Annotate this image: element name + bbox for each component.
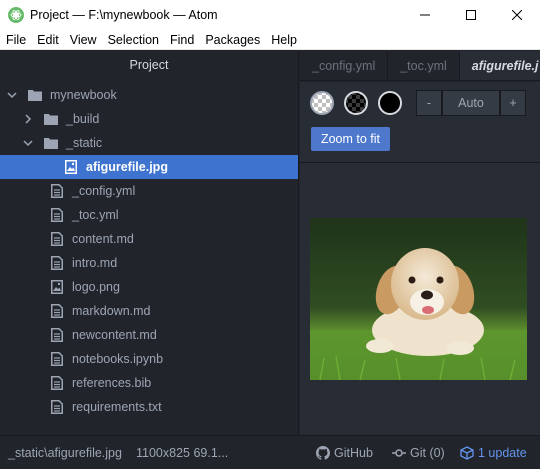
text-file-icon <box>50 328 64 342</box>
text-file-icon <box>50 208 64 222</box>
tree-item-static[interactable]: _static <box>0 131 298 155</box>
tree-item-logo-png[interactable]: logo.png <box>0 275 298 299</box>
tree-item-notebooks-ipynb[interactable]: notebooks.ipynb <box>0 347 298 371</box>
menu-file[interactable]: File <box>0 30 31 50</box>
image-viewer: - Auto + Zoom to fit <box>300 82 540 435</box>
image-file-icon <box>50 280 64 294</box>
zoom-out-button[interactable]: - <box>416 90 442 116</box>
tab-bar: _config.yml _toc.yml afigurefile.j <box>300 51 540 81</box>
minimize-button[interactable] <box>402 0 448 30</box>
text-file-icon <box>50 304 64 318</box>
tree-item-mynewbook[interactable]: mynewbook <box>0 83 298 107</box>
github-label: GitHub <box>334 445 373 460</box>
tree-item-label: references.bib <box>72 376 152 390</box>
tree-item-content-md[interactable]: content.md <box>0 227 298 251</box>
tree-item-label: _config.yml <box>72 184 136 198</box>
tree-item-label: newcontent.md <box>72 328 157 342</box>
puppy-photo <box>310 218 527 380</box>
menu-view[interactable]: View <box>64 30 102 50</box>
menu-bar: File Edit View Selection Find Packages H… <box>0 30 540 50</box>
tab-config-yml[interactable]: _config.yml <box>300 51 389 80</box>
checkered-background-swatch[interactable] <box>344 91 368 115</box>
atom-app-icon <box>8 7 24 23</box>
update-label: 1 update <box>478 445 527 460</box>
black-background-swatch[interactable] <box>378 91 402 115</box>
status-bar: _static\afigurefile.jpg 1100x825 69.1...… <box>0 435 540 469</box>
close-button[interactable] <box>494 0 540 30</box>
tree-item-label: markdown.md <box>72 304 151 318</box>
tree-item-references-bib[interactable]: references.bib <box>0 371 298 395</box>
tree-item-newcontent-md[interactable]: newcontent.md <box>0 323 298 347</box>
update-status-button[interactable]: 1 update <box>460 446 527 460</box>
tree-item-label: _build <box>66 112 100 126</box>
zoom-in-button[interactable]: + <box>500 90 526 116</box>
git-status-button[interactable]: Git (0) <box>392 446 445 460</box>
menu-packages[interactable]: Packages <box>199 30 265 50</box>
maximize-button[interactable] <box>448 0 494 30</box>
tree-view-panel: Project mynewbook _build _static afigurefil… <box>0 51 299 435</box>
tab-toc-yml[interactable]: _toc.yml <box>388 51 460 80</box>
git-commit-icon <box>392 448 406 457</box>
menu-help[interactable]: Help <box>265 30 302 50</box>
image-controls: - Auto + <box>310 90 526 116</box>
minimize-icon <box>420 14 430 16</box>
maximize-icon <box>466 10 476 20</box>
tree-item-label: _toc.yml <box>72 208 119 222</box>
tree-item-label: logo.png <box>72 280 120 294</box>
github-icon <box>316 445 330 460</box>
tree-item-build[interactable]: _build <box>0 107 298 131</box>
chevron-right-icon[interactable] <box>22 113 34 125</box>
tree-item-afigurefile-jpg[interactable]: afigurefile.jpg <box>0 155 298 179</box>
tree-item-label: content.md <box>72 232 134 246</box>
zoom-controls: - Auto + <box>416 90 526 116</box>
window-controls <box>402 0 540 30</box>
package-icon <box>460 445 474 460</box>
title-bar: Project — F:\mynewbook — Atom <box>0 0 540 30</box>
puppy-image <box>310 218 527 380</box>
text-file-icon <box>50 184 64 198</box>
image-file-icon <box>64 160 78 174</box>
zoom-auto-button[interactable]: Auto <box>442 90 500 116</box>
tree-item-label: notebooks.ipynb <box>72 352 164 366</box>
zoom-to-fit-button[interactable]: Zoom to fit <box>311 127 390 151</box>
tree-item-label: requirements.txt <box>72 400 162 414</box>
tree-item-intro-md[interactable]: intro.md <box>0 251 298 275</box>
tree-view-header: Project <box>0 51 298 79</box>
viewer-divider <box>300 162 540 163</box>
tree-item-label: intro.md <box>72 256 118 270</box>
folder-icon <box>44 136 58 150</box>
status-image-dimensions: 1100x825 69.1... <box>136 445 229 460</box>
tree-item-toc-yml[interactable]: _toc.yml <box>0 203 298 227</box>
chevron-down-icon[interactable] <box>6 89 18 101</box>
text-file-icon <box>50 256 64 270</box>
folder-icon <box>44 112 58 126</box>
menu-selection[interactable]: Selection <box>102 30 164 50</box>
chevron-down-icon[interactable] <box>22 137 34 149</box>
tree-item-requirements-txt[interactable]: requirements.txt <box>0 395 298 419</box>
folder-icon <box>28 88 42 102</box>
window-title: Project — F:\mynewbook — Atom <box>30 8 218 22</box>
menu-find[interactable]: Find <box>164 30 199 50</box>
close-icon <box>512 10 522 20</box>
tree-item-label: _static <box>66 136 103 150</box>
git-label: Git (0) <box>410 445 445 460</box>
tree-item-markdown-md[interactable]: markdown.md <box>0 299 298 323</box>
menu-edit[interactable]: Edit <box>31 30 64 50</box>
tab-afigurefile-jpg[interactable]: afigurefile.j <box>459 51 540 80</box>
github-status-button[interactable]: GitHub <box>316 445 373 460</box>
tree-item-label: mynewbook <box>50 88 117 102</box>
tree-item-config-yml[interactable]: _config.yml <box>0 179 298 203</box>
status-file-path[interactable]: _static\afigurefile.jpg <box>8 446 122 460</box>
text-file-icon <box>50 376 64 390</box>
text-file-icon <box>50 232 64 246</box>
text-file-icon <box>50 352 64 366</box>
white-background-swatch[interactable] <box>310 91 334 115</box>
tree-item-label: afigurefile.jpg <box>86 160 168 174</box>
text-file-icon <box>50 400 64 414</box>
